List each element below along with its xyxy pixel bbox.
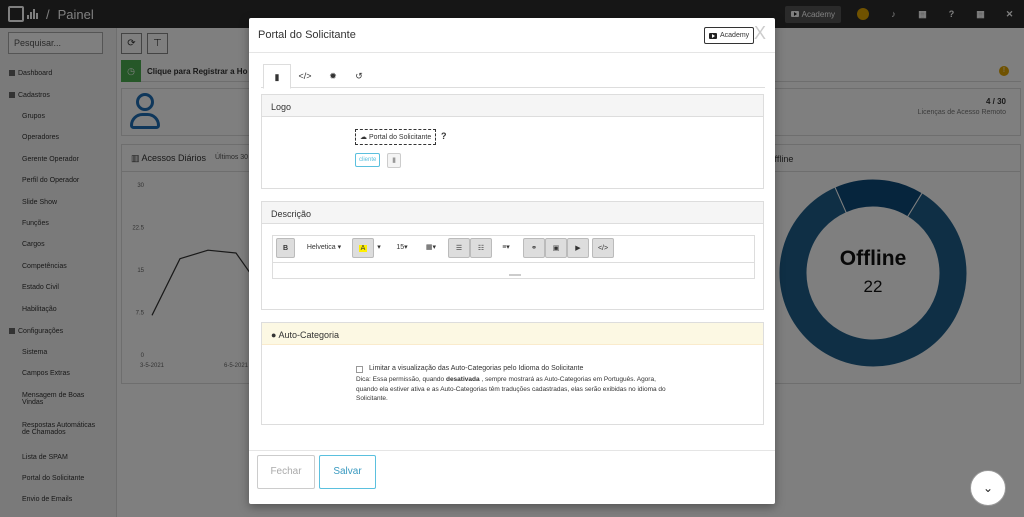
logo-panel: Logo ☁ Portal do Solicitante ? cliente ▮: [261, 94, 764, 189]
text-color-button[interactable]: A: [352, 238, 374, 258]
code-view-icon[interactable]: </>: [592, 238, 614, 258]
history-icon: ↺: [355, 71, 363, 81]
modal-tabs: ▮ </> ✹ ↺: [261, 64, 765, 89]
code-icon: </>: [298, 71, 312, 81]
video-icon[interactable]: ▶: [567, 238, 589, 258]
description-panel: Descrição B Helvetica ▾ A ▾ 15▾ ▦▾ ☰ ☷ ≡…: [261, 201, 764, 310]
rich-text-editor: B Helvetica ▾ A ▾ 15▾ ▦▾ ☰ ☷ ≡▾ ⚭ ▣ ▶ </…: [272, 235, 755, 279]
auto-category-panel: ● Auto-Categoria Limitar a visualização …: [261, 322, 764, 425]
tab-code[interactable]: </>: [291, 64, 319, 88]
font-size-select[interactable]: 15▾: [393, 238, 411, 258]
youtube-icon: [709, 32, 717, 39]
limit-language-checkbox[interactable]: [356, 366, 363, 373]
bold-button[interactable]: B: [276, 238, 295, 258]
gear-icon: ✹: [329, 71, 337, 81]
ordered-list-icon[interactable]: ☰: [448, 238, 470, 258]
upload-logo-button[interactable]: ☁ Portal do Solicitante: [355, 129, 437, 145]
portal-modal: Portal do Solicitante Academy X ▮ </> ✹ …: [249, 18, 775, 504]
hint-text: Dica: Essa permissão, quando desativada …: [356, 376, 666, 402]
logo-heading: Logo: [262, 95, 763, 117]
academy-button[interactable]: Academy: [704, 27, 755, 44]
link-icon[interactable]: ⚭: [523, 238, 545, 258]
tab-history[interactable]: ↺: [345, 64, 373, 88]
save-button[interactable]: Salvar: [319, 455, 376, 489]
image-icon[interactable]: ▣: [545, 238, 567, 258]
resize-handle[interactable]: [509, 274, 521, 276]
cloud-upload-icon: ☁: [360, 134, 369, 141]
table-icon[interactable]: ▦▾: [420, 238, 442, 258]
auto-category-heading: ● Auto-Categoria: [262, 323, 763, 345]
description-heading: Descrição: [262, 202, 763, 224]
help-icon[interactable]: ?: [441, 131, 447, 141]
close-icon[interactable]: X: [754, 23, 766, 44]
limit-language-label: Limitar a visualização das Auto-Categori…: [369, 365, 584, 372]
close-button[interactable]: Fechar: [257, 455, 315, 489]
tab-document[interactable]: ▮: [263, 64, 291, 89]
tab-settings[interactable]: ✹: [319, 64, 347, 88]
chevron-down-icon[interactable]: ⌄: [970, 470, 1006, 506]
text-color-dropdown[interactable]: ▾: [374, 238, 384, 258]
trash-icon[interactable]: ▮: [387, 153, 401, 168]
font-family-select[interactable]: Helvetica ▾: [303, 238, 345, 258]
align-icon[interactable]: ≡▾: [495, 238, 517, 258]
unordered-list-icon[interactable]: ☷: [470, 238, 492, 258]
modal-title: Portal do Solicitante: [258, 29, 356, 41]
document-icon: ▮: [274, 72, 280, 82]
cliente-button[interactable]: cliente: [355, 153, 381, 167]
